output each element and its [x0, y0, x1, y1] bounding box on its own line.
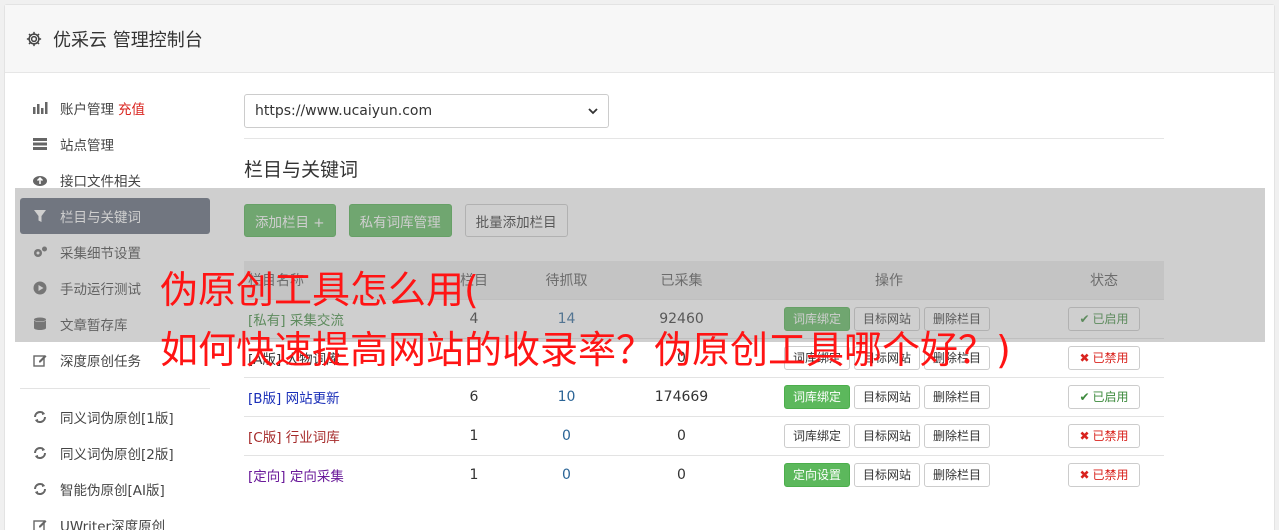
row-pending[interactable]: 10	[504, 376, 629, 416]
row-name-cell: [定向] 定向采集	[244, 454, 444, 494]
row-pending[interactable]: 0	[504, 415, 629, 455]
status-toggle-button[interactable]: ✖ 已禁用	[1068, 423, 1140, 448]
check-icon: ✔	[1079, 389, 1090, 404]
row-action1-button[interactable]: 定向设置	[783, 462, 850, 487]
row-tag: [定向]	[248, 468, 286, 485]
status-label: 已禁用	[1092, 351, 1129, 365]
status-label: 已禁用	[1092, 468, 1129, 483]
row-name[interactable]: 定向采集	[290, 469, 344, 485]
sidebar-item-label: 账户管理	[60, 102, 114, 118]
status-toggle-button[interactable]: ✖ 已禁用	[1068, 462, 1140, 487]
refresh-icon	[32, 445, 48, 461]
site-select[interactable]: https://www.ucaiyun.com	[244, 94, 609, 128]
sidebar-item-uwriter[interactable]: UWriter深度原创	[20, 507, 210, 530]
status-label: 已禁用	[1092, 429, 1129, 443]
row-status-cell: ✖ 已禁用	[1044, 337, 1164, 377]
row-name-cell: [C版] 行业词库	[244, 415, 444, 455]
row-status-cell: ✖ 已禁用	[1044, 415, 1164, 455]
overlay-banner	[15, 188, 1265, 342]
close-icon: ✖	[1079, 467, 1090, 482]
cloud-upload-icon	[32, 172, 48, 188]
row-cols: 6	[444, 376, 504, 416]
card-header: 优采云 管理控制台	[5, 5, 1274, 73]
status-toggle-button[interactable]: ✔ 已启用	[1068, 384, 1140, 409]
sidebar-item-synonym-v2[interactable]: 同义词伪原创[2版]	[20, 435, 210, 471]
refresh-icon	[32, 409, 48, 425]
site-select-value: https://www.ucaiyun.com	[255, 103, 433, 119]
chevron-down-icon	[588, 103, 598, 119]
row-action1-button[interactable]: 词库绑定	[783, 384, 850, 409]
close-icon: ✖	[1079, 350, 1090, 365]
delete-column-button[interactable]: 删除栏目	[924, 423, 991, 448]
row-collected: 174669	[629, 376, 734, 416]
recharge-link[interactable]: 充值	[118, 98, 145, 118]
table-row: [B版] 网站更新 6 10 174669 词库绑定 目标网站 删除栏目 ✔ 已启用	[244, 376, 1164, 416]
overlay-title-line2: 如何快速提高网站的收录率？伪原创工具哪个好？)	[160, 328, 1011, 372]
row-actions: 定向设置 目标网站 删除栏目	[734, 454, 1044, 494]
bar-chart-icon	[32, 100, 48, 116]
sidebar-divider	[20, 388, 210, 389]
row-name-cell: [B版] 网站更新	[244, 376, 444, 416]
row-pending[interactable]: 0	[504, 454, 629, 494]
status-toggle-button[interactable]: ✖ 已禁用	[1068, 345, 1140, 370]
row-cols: 1	[444, 415, 504, 455]
row-actions: 词库绑定 目标网站 删除栏目	[734, 376, 1044, 416]
gear-icon	[26, 31, 42, 46]
table-row: [C版] 行业词库 1 0 0 词库绑定 目标网站 删除栏目 ✖ 已禁用	[244, 415, 1164, 455]
section-title: 栏目与关键词	[244, 159, 359, 181]
refresh-icon	[32, 481, 48, 497]
row-collected: 0	[629, 454, 734, 494]
sidebar-item-label: 同义词伪原创[2版]	[60, 447, 174, 463]
edit-icon	[32, 352, 48, 368]
row-tag: [C版]	[248, 429, 282, 446]
sidebar-item-synonym-v1[interactable]: 同义词伪原创[1版]	[20, 399, 210, 435]
sidebar-item-label: 同义词伪原创[1版]	[60, 411, 174, 427]
sidebar-item-label: UWriter深度原创	[60, 519, 166, 530]
sidebar-item-label: 深度原创任务	[60, 354, 141, 370]
row-name[interactable]: 网站更新	[286, 391, 340, 407]
table-row: [定向] 定向采集 1 0 0 定向设置 目标网站 删除栏目 ✖ 已禁用	[244, 454, 1164, 494]
overlay-title-line1: 伪原创工具怎么用(	[160, 268, 479, 312]
sidebar-item-account[interactable]: 账户管理 充值	[20, 90, 210, 126]
row-status-cell: ✔ 已启用	[1044, 376, 1164, 416]
status-label: 已启用	[1092, 390, 1129, 404]
row-cols: 1	[444, 454, 504, 494]
row-actions: 词库绑定 目标网站 删除栏目	[734, 415, 1044, 455]
page-title: 优采云 管理控制台	[53, 29, 203, 51]
delete-column-button[interactable]: 删除栏目	[924, 462, 991, 487]
close-icon: ✖	[1079, 428, 1090, 443]
row-name[interactable]: 行业词库	[286, 430, 340, 446]
edit-icon	[32, 517, 48, 530]
server-icon	[32, 136, 48, 152]
target-site-button[interactable]: 目标网站	[853, 462, 920, 487]
row-action1-button[interactable]: 词库绑定	[783, 423, 850, 448]
sidebar-item-label: 站点管理	[60, 138, 114, 154]
divider	[244, 138, 1164, 139]
delete-column-button[interactable]: 删除栏目	[924, 384, 991, 409]
sidebar-item-sites[interactable]: 站点管理	[20, 126, 210, 162]
sidebar-item-ai-original[interactable]: 智能伪原创[AI版]	[20, 471, 210, 507]
sidebar-item-label: 接口文件相关	[60, 174, 141, 190]
sidebar-item-label: 智能伪原创[AI版]	[60, 483, 165, 499]
target-site-button[interactable]: 目标网站	[853, 384, 920, 409]
row-status-cell: ✖ 已禁用	[1044, 454, 1164, 494]
row-collected: 0	[629, 415, 734, 455]
target-site-button[interactable]: 目标网站	[853, 423, 920, 448]
row-tag: [B版]	[248, 390, 282, 407]
